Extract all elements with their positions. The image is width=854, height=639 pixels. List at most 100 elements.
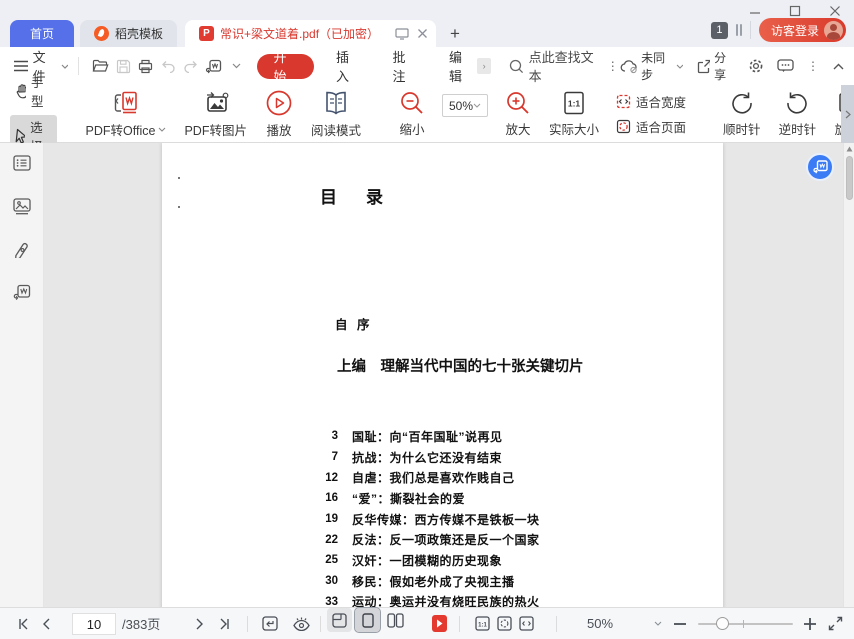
ribbon-tab-edit[interactable]: 编辑: [433, 47, 478, 85]
find-text-button[interactable]: 点此查找文本 ⋮: [509, 47, 620, 85]
pdf-to-image-button[interactable]: PDF转图片: [175, 89, 256, 139]
find-text-label: 点此查找文本: [528, 50, 594, 84]
hand-tool-button[interactable]: 手型: [10, 70, 57, 112]
fullscreen-play-button[interactable]: [429, 608, 449, 639]
print-icon[interactable]: [135, 54, 158, 78]
zoom-slider-knob[interactable]: [716, 617, 729, 630]
vertical-scrollbar[interactable]: [843, 143, 854, 607]
zoom-out-button[interactable]: 缩小: [390, 90, 434, 138]
open-file-icon[interactable]: [89, 54, 112, 78]
fit-page-button[interactable]: 适合页面: [616, 117, 686, 136]
status-bar: /383页 1:1 50%: [0, 607, 854, 639]
hand-icon: [16, 83, 26, 98]
pdf-file-icon: P: [199, 26, 215, 41]
fullscreen-toggle-icon[interactable]: [824, 608, 846, 639]
toolbar-expand-button[interactable]: [841, 85, 854, 143]
single-page-view-button[interactable]: [354, 607, 381, 633]
last-page-button[interactable]: [216, 608, 236, 639]
rotate-clockwise-button[interactable]: 顺时针: [714, 90, 770, 138]
pdf-convert-float-button[interactable]: [806, 153, 834, 181]
rotate-counterclockwise-icon: [787, 92, 808, 114]
guest-login-button[interactable]: 访客登录: [758, 18, 846, 42]
fit-width-button[interactable]: 适合宽度: [616, 92, 686, 111]
thumbnails-panel-icon[interactable]: [10, 194, 34, 218]
divider: [247, 616, 248, 632]
page-number-input[interactable]: [72, 613, 116, 635]
divider: [459, 616, 460, 632]
magnifier-plus-icon: [507, 91, 529, 114]
settings-gear-icon[interactable]: [748, 58, 764, 74]
chevron-down-icon[interactable]: [225, 54, 248, 78]
pdf-to-office-button[interactable]: PDF转Office: [77, 89, 176, 139]
new-tab-button[interactable]: +: [436, 20, 474, 47]
zoom-percentage-label[interactable]: 50%: [575, 608, 625, 639]
edit-expand-icon[interactable]: ›: [477, 58, 491, 74]
document-area: 目 录 自 序 上编 理解当代中国的七十张关键切片 3 国耻：向“百年国耻”说再…: [0, 143, 854, 607]
export-panel-icon[interactable]: [10, 280, 34, 304]
zoom-minus-button[interactable]: [672, 608, 688, 639]
ribbon-tab-insert[interactable]: 插入: [320, 47, 377, 85]
next-page-button[interactable]: [192, 608, 208, 639]
open-book-icon: [326, 91, 346, 114]
scrollbar-thumb[interactable]: [846, 156, 853, 200]
scroll-up-icon[interactable]: [846, 146, 853, 152]
zoom-in-button[interactable]: 放大: [496, 90, 540, 138]
tab-close-icon[interactable]: [417, 28, 428, 39]
export-convert-icon[interactable]: [202, 54, 225, 78]
reading-mode-button[interactable]: 阅读模式: [302, 89, 370, 139]
toc-entry-title: 反法：反一项政策还是反一个国家: [352, 533, 540, 548]
collapse-ribbon-icon[interactable]: [833, 63, 844, 70]
signature-pen-icon[interactable]: [10, 237, 34, 261]
notification-count-badge[interactable]: 1: [710, 21, 728, 39]
chevron-down-icon: [473, 103, 481, 108]
toc-entry-title: 汉奸：一团模糊的历史现象: [352, 553, 503, 568]
actual-size-button[interactable]: 1:1 实际大小: [540, 90, 608, 138]
ribbon-tab-start[interactable]: 开始: [257, 50, 314, 84]
page-mark: [178, 206, 180, 208]
menu-bar: 文件 开始 插入 批注 编辑 › 点此查找文本 ⋮ 未同步 分享 ⋮: [0, 47, 854, 85]
tab-home[interactable]: 首页: [10, 20, 74, 47]
eye-protection-button[interactable]: [288, 608, 314, 639]
rotate-counterclockwise-label: 逆时针: [778, 122, 817, 137]
toc-row: 22 反法：反一项政策还是反一个国家: [162, 529, 723, 550]
bookmarks-panel-icon[interactable]: [10, 151, 34, 175]
continuous-view-button[interactable]: [327, 608, 352, 632]
chevron-down-icon: [61, 64, 69, 69]
zoom-slider-tick: [743, 620, 744, 628]
feedback-comment-icon[interactable]: [777, 59, 794, 73]
play-circle-icon: [266, 90, 292, 115]
tab-docer[interactable]: 稻壳模板: [80, 20, 178, 47]
share-label: 分享: [714, 51, 727, 82]
page-total-label: /383页: [122, 617, 161, 632]
tab-document[interactable]: P 常识+梁文道着.pdf（已加密）: [185, 20, 437, 47]
zoom-level-combobox[interactable]: 50%: [441, 94, 489, 117]
redo-icon[interactable]: [180, 54, 203, 78]
pdf-page[interactable]: 目 录 自 序 上编 理解当代中国的七十张关键切片 3 国耻：向“百年国耻”说再…: [162, 143, 723, 607]
save-icon[interactable]: [112, 54, 135, 78]
undo-icon[interactable]: [157, 54, 180, 78]
toc-row: 7 抗战：为什么它还没有结束: [162, 447, 723, 468]
sync-status[interactable]: 未同步: [620, 49, 684, 83]
share-button[interactable]: 分享: [696, 49, 735, 83]
fit-page-label: 适合页面: [636, 120, 687, 135]
toc-list: 3 国耻：向“百年国耻”说再见 7 抗战：为什么它还没有结束 12 自虐：我们总…: [162, 426, 723, 607]
back-to-position-button[interactable]: [258, 608, 282, 639]
divider: [78, 57, 80, 75]
actual-size-status-button[interactable]: 1:1: [471, 608, 493, 639]
fit-page-status-button[interactable]: [493, 608, 515, 639]
zoom-plus-button[interactable]: [802, 608, 818, 639]
rotate-counterclockwise-button[interactable]: 逆时针: [770, 90, 826, 138]
more-options-icon[interactable]: ⋮: [807, 59, 820, 73]
toc-page-number: 7: [331, 451, 338, 464]
play-button[interactable]: 播放: [256, 89, 302, 139]
two-page-view-button[interactable]: [383, 608, 408, 632]
fit-width-status-button[interactable]: [515, 608, 537, 639]
first-page-button[interactable]: [12, 608, 32, 639]
zoom-dropdown-icon[interactable]: [652, 608, 664, 639]
ribbon-tab-annotate[interactable]: 批注: [376, 47, 433, 85]
previous-page-button[interactable]: [38, 608, 54, 639]
pin-to-desktop-icon[interactable]: [395, 27, 409, 40]
zoom-slider-track[interactable]: [698, 623, 793, 625]
search-more-icon[interactable]: ⋮: [607, 59, 620, 73]
svg-text:1:1: 1:1: [478, 623, 487, 629]
